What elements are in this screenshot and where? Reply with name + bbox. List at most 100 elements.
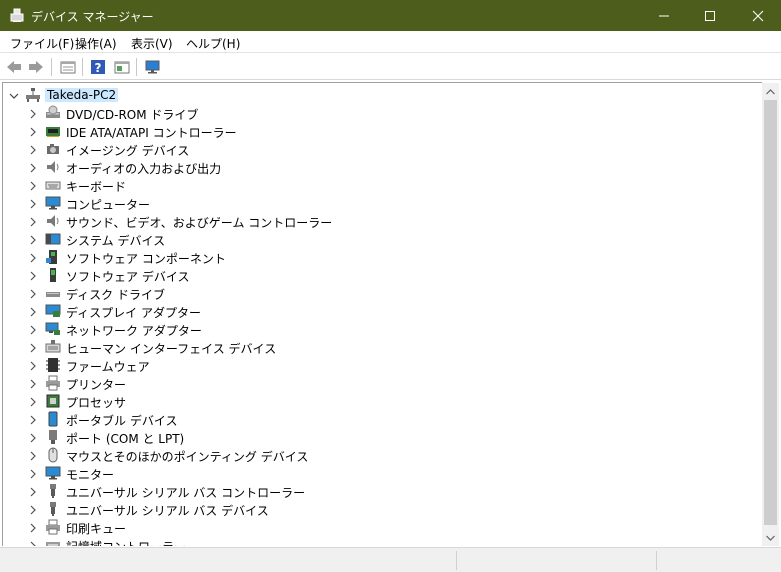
sound-icon — [45, 213, 61, 229]
tree-item[interactable]: ポート (COM と LPT) — [3, 428, 762, 446]
minimize-button[interactable] — [641, 0, 687, 31]
expand-chevron-icon[interactable] — [28, 450, 38, 461]
menu-help[interactable]: ヘルプ(H) — [186, 35, 240, 52]
firmware-icon — [45, 357, 61, 373]
tree-item[interactable]: DVD/CD-ROM ドライブ — [3, 104, 762, 122]
tree-item[interactable]: キーボード — [3, 176, 762, 194]
toolbar-separator — [51, 58, 52, 76]
disk-drive-icon — [45, 285, 61, 301]
port-icon — [45, 429, 61, 445]
scroll-down-icon[interactable] — [762, 529, 779, 546]
storage-controller-icon — [45, 537, 61, 546]
vertical-scrollbar[interactable] — [762, 83, 779, 546]
tree-item[interactable]: システム デバイス — [3, 230, 762, 248]
status-pane-main — [0, 551, 457, 570]
tree-item-label: DVD/CD-ROM ドライブ — [66, 108, 199, 122]
tree-item[interactable]: モニター — [3, 464, 762, 482]
tree-item[interactable]: プリンター — [3, 374, 762, 392]
expand-chevron-icon[interactable] — [28, 162, 38, 173]
expand-chevron-icon[interactable] — [28, 378, 38, 389]
tree-item-label: ファームウェア — [66, 360, 150, 374]
expand-chevron-icon[interactable] — [28, 126, 38, 137]
tree-item-label: マウスとそのほかのポインティング デバイス — [66, 450, 309, 464]
tree-item-label: ユニバーサル シリアル バス コントローラー — [66, 486, 306, 500]
expand-chevron-icon[interactable] — [28, 198, 38, 209]
tree-item[interactable]: サウンド、ビデオ、およびゲーム コントローラー — [3, 212, 762, 230]
expand-chevron-icon[interactable] — [28, 396, 38, 407]
expand-chevron-icon[interactable] — [28, 288, 38, 299]
menu-view[interactable]: 表示(V) — [131, 35, 173, 52]
dvd-drive-icon — [45, 105, 61, 121]
expand-chevron-icon[interactable] — [28, 324, 38, 335]
expand-chevron-icon[interactable] — [28, 180, 38, 191]
expand-chevron-icon[interactable] — [28, 522, 38, 533]
expand-chevron-icon[interactable] — [28, 234, 38, 245]
expand-chevron-icon[interactable] — [28, 252, 38, 263]
tree-item[interactable]: ポータブル デバイス — [3, 410, 762, 428]
print-queue-icon — [45, 519, 61, 535]
tree-item-label: プリンター — [66, 378, 127, 392]
expand-chevron-icon[interactable] — [28, 504, 38, 515]
expand-chevron-icon[interactable] — [28, 360, 38, 371]
menu-action[interactable]: 操作(A) — [75, 35, 117, 52]
menu-file[interactable]: ファイル(F) — [10, 35, 74, 52]
close-button[interactable] — [735, 0, 781, 31]
tree-item-label: イメージング デバイス — [66, 144, 190, 158]
tree-item[interactable]: マウスとそのほかのポインティング デバイス — [3, 446, 762, 464]
tree-item-label: キーボード — [66, 180, 127, 194]
expand-chevron-icon[interactable] — [28, 414, 38, 425]
tree-item[interactable]: ユニバーサル シリアル バス コントローラー — [3, 482, 762, 500]
usb-icon — [45, 483, 61, 499]
usb-device-icon — [45, 501, 61, 517]
tree-item[interactable]: イメージング デバイス — [3, 140, 762, 158]
expand-chevron-icon[interactable] — [28, 540, 38, 546]
help-icon[interactable]: ? — [88, 57, 108, 77]
tree-item[interactable]: コンピューター — [3, 194, 762, 212]
back-arrow-icon[interactable] — [4, 57, 24, 77]
tree-item-label: オーディオの入力および出力 — [66, 162, 222, 176]
tree-item[interactable]: ファームウェア — [3, 356, 762, 374]
tree-item[interactable]: ユニバーサル シリアル バス デバイス — [3, 500, 762, 518]
expand-chevron-icon[interactable] — [28, 216, 38, 227]
svg-text:?: ? — [95, 61, 102, 75]
maximize-button[interactable] — [687, 0, 733, 31]
scrollbar-thumb[interactable] — [764, 100, 777, 525]
expand-chevron-icon[interactable] — [28, 486, 38, 497]
tree-item[interactable]: ソフトウェア デバイス — [3, 266, 762, 284]
tree-item[interactable]: ディスク ドライブ — [3, 284, 762, 302]
computer-icon — [45, 195, 61, 211]
expand-chevron-icon[interactable] — [28, 306, 38, 317]
tree-item-label: ソフトウェア コンポーネント — [66, 252, 226, 266]
tree-item[interactable]: ディスプレイ アダプター — [3, 302, 762, 320]
display-adapter-icon — [45, 303, 61, 319]
device-tree[interactable]: Takeda-PC2 DVD/CD-ROM ドライブ IDE ATA/ATAPI … — [2, 82, 762, 546]
tree-item-label: ヒューマン インターフェイス デバイス — [66, 342, 277, 356]
properties-icon[interactable] — [58, 57, 78, 77]
expand-chevron-icon[interactable] — [28, 270, 38, 281]
expand-chevron-icon[interactable] — [28, 432, 38, 443]
hid-icon — [45, 339, 61, 355]
tree-item[interactable]: 印刷キュー — [3, 518, 762, 536]
tree-item[interactable]: オーディオの入力および出力 — [3, 158, 762, 176]
tree-item[interactable]: ヒューマン インターフェイス デバイス — [3, 338, 762, 356]
collapse-chevron-icon[interactable] — [9, 90, 19, 100]
scroll-up-icon[interactable] — [762, 83, 779, 100]
title-bar: デバイス マネージャー — [0, 0, 781, 31]
tree-item[interactable]: ネットワーク アダプター — [3, 320, 762, 338]
monitor-scan-icon[interactable] — [143, 57, 163, 77]
expand-chevron-icon[interactable] — [28, 144, 38, 155]
tree-item-label: 印刷キュー — [66, 522, 127, 536]
expand-chevron-icon[interactable] — [28, 342, 38, 353]
status-bar — [0, 547, 781, 572]
tree-root[interactable]: Takeda-PC2 — [3, 86, 762, 104]
forward-arrow-icon[interactable] — [26, 57, 46, 77]
tree-item[interactable]: IDE ATA/ATAPI コントローラー — [3, 122, 762, 140]
expand-chevron-icon[interactable] — [28, 108, 38, 119]
tree-item-label: サウンド、ビデオ、およびゲーム コントローラー — [66, 216, 333, 230]
tree-item[interactable]: プロセッサ — [3, 392, 762, 410]
expand-chevron-icon[interactable] — [28, 468, 38, 479]
show-hide-tree-icon[interactable] — [112, 57, 132, 77]
tree-item[interactable]: 記憶域コントローラー — [3, 536, 762, 546]
tree-item-label: ソフトウェア デバイス — [66, 270, 190, 284]
tree-item[interactable]: ソフトウェア コンポーネント — [3, 248, 762, 266]
